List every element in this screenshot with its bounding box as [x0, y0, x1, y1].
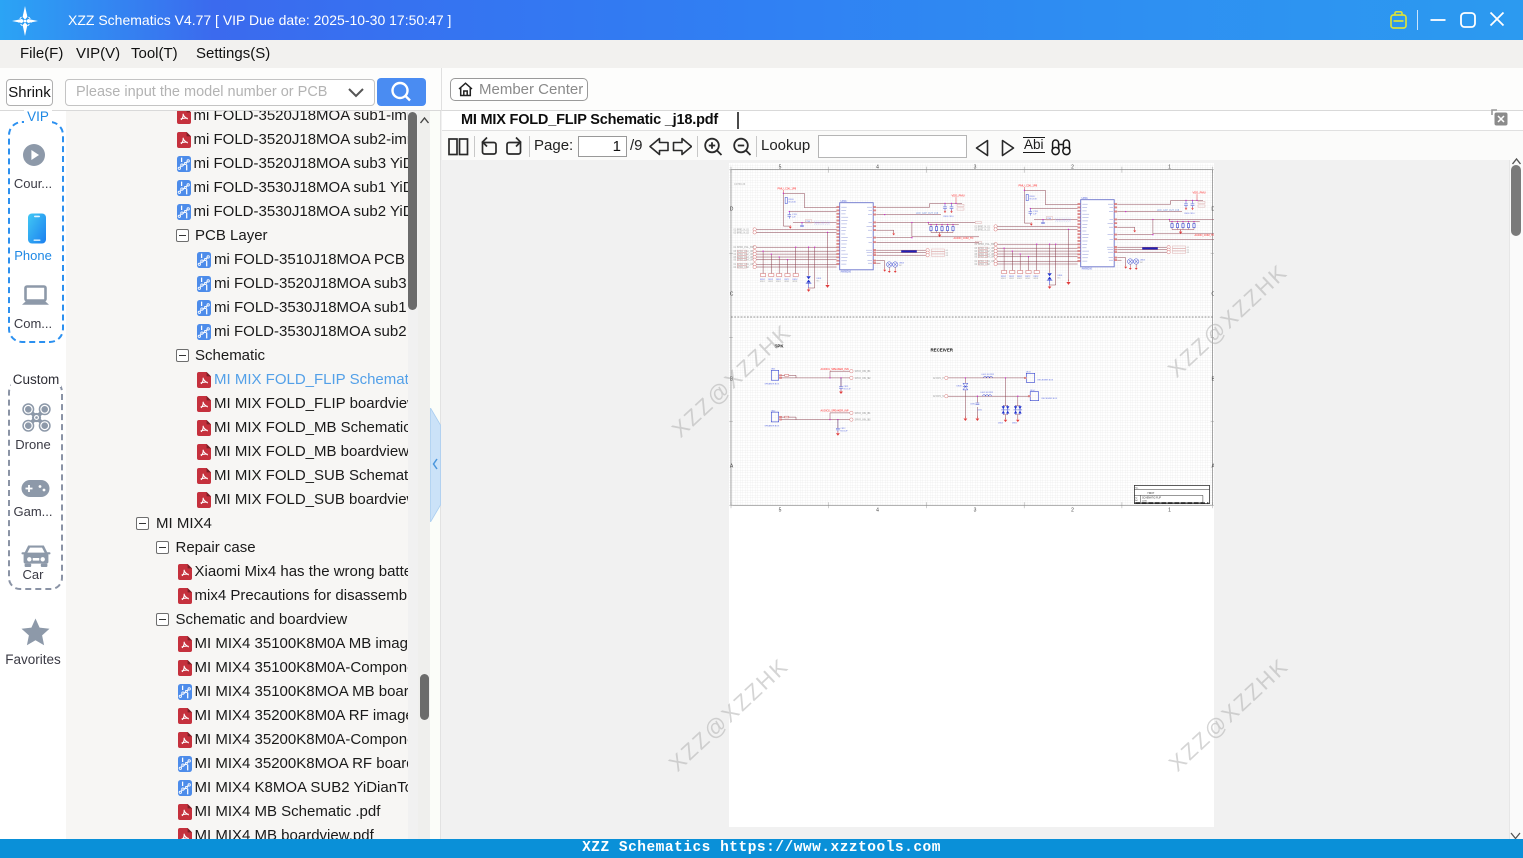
- svg-text:1: 1: [1168, 164, 1171, 170]
- svg-text:D: D: [1211, 206, 1214, 212]
- svg-text:NC/1uF: NC/1uF: [844, 389, 852, 391]
- svg-text:D804: D804: [998, 423, 1004, 425]
- svg-text:NC/1uF: NC/1uF: [840, 430, 848, 432]
- svg-text:1: 1: [1168, 508, 1171, 514]
- svg-text:YM07: YM07: [1147, 491, 1155, 495]
- svg-text:2: 2: [1071, 164, 1074, 170]
- svg-text:RECEIVER: RECEIVER: [931, 348, 954, 353]
- svg-text:C830: C830: [970, 404, 976, 406]
- svg-text:A4: A4: [1135, 499, 1137, 502]
- svg-text:No.: No.: [1135, 488, 1139, 490]
- svg-text:4: 4: [876, 508, 879, 514]
- svg-text:02 RCV_N: 02 RCV_N: [933, 396, 944, 398]
- svg-text:2: 2: [1071, 508, 1074, 514]
- svg-text:3: 3: [974, 508, 977, 514]
- svg-text:J18S: J18S: [1142, 500, 1147, 502]
- svg-text:02 RCV_P: 02 RCV_P: [933, 378, 944, 380]
- svg-text:A: A: [1212, 464, 1214, 470]
- svg-text:C: C: [730, 291, 734, 297]
- svg-text:C0769 26: C0769 26: [734, 182, 746, 186]
- svg-text:L801 NC/2R2: L801 NC/2R2: [982, 374, 995, 376]
- svg-text:5: 5: [779, 164, 782, 170]
- svg-text:B: B: [1212, 377, 1214, 383]
- svg-text:SPEAKER BOX: SPEAKER BOX: [765, 424, 780, 427]
- svg-text:RECEIVER BOX: RECEIVER BOX: [1038, 380, 1054, 382]
- svg-text:D805: D805: [1012, 423, 1018, 425]
- svg-text:D: D: [730, 206, 734, 212]
- svg-text:C: C: [1211, 291, 1214, 297]
- svg-text:C831: C831: [977, 410, 983, 412]
- svg-text:SCHEMATIC-FLIP: SCHEMATIC-FLIP: [1142, 497, 1161, 500]
- svg-text:5: 5: [779, 508, 782, 514]
- svg-text:3: 3: [974, 164, 977, 170]
- svg-text:AUDIO1_SPEAKER_INN: AUDIO1_SPEAKER_INN: [821, 368, 849, 371]
- svg-text:SPEAKER BOX: SPEAKER BOX: [765, 383, 780, 386]
- svg-text:RECEIVER BOX: RECEIVER BOX: [1042, 398, 1058, 400]
- svg-text:L802 NC/2R2: L802 NC/2R2: [981, 392, 994, 394]
- svg-text:4: 4: [876, 164, 879, 170]
- svg-text:D803: D803: [957, 385, 963, 387]
- svg-text:AUDIO2_SPEAKER_INP: AUDIO2_SPEAKER_INP: [821, 410, 849, 413]
